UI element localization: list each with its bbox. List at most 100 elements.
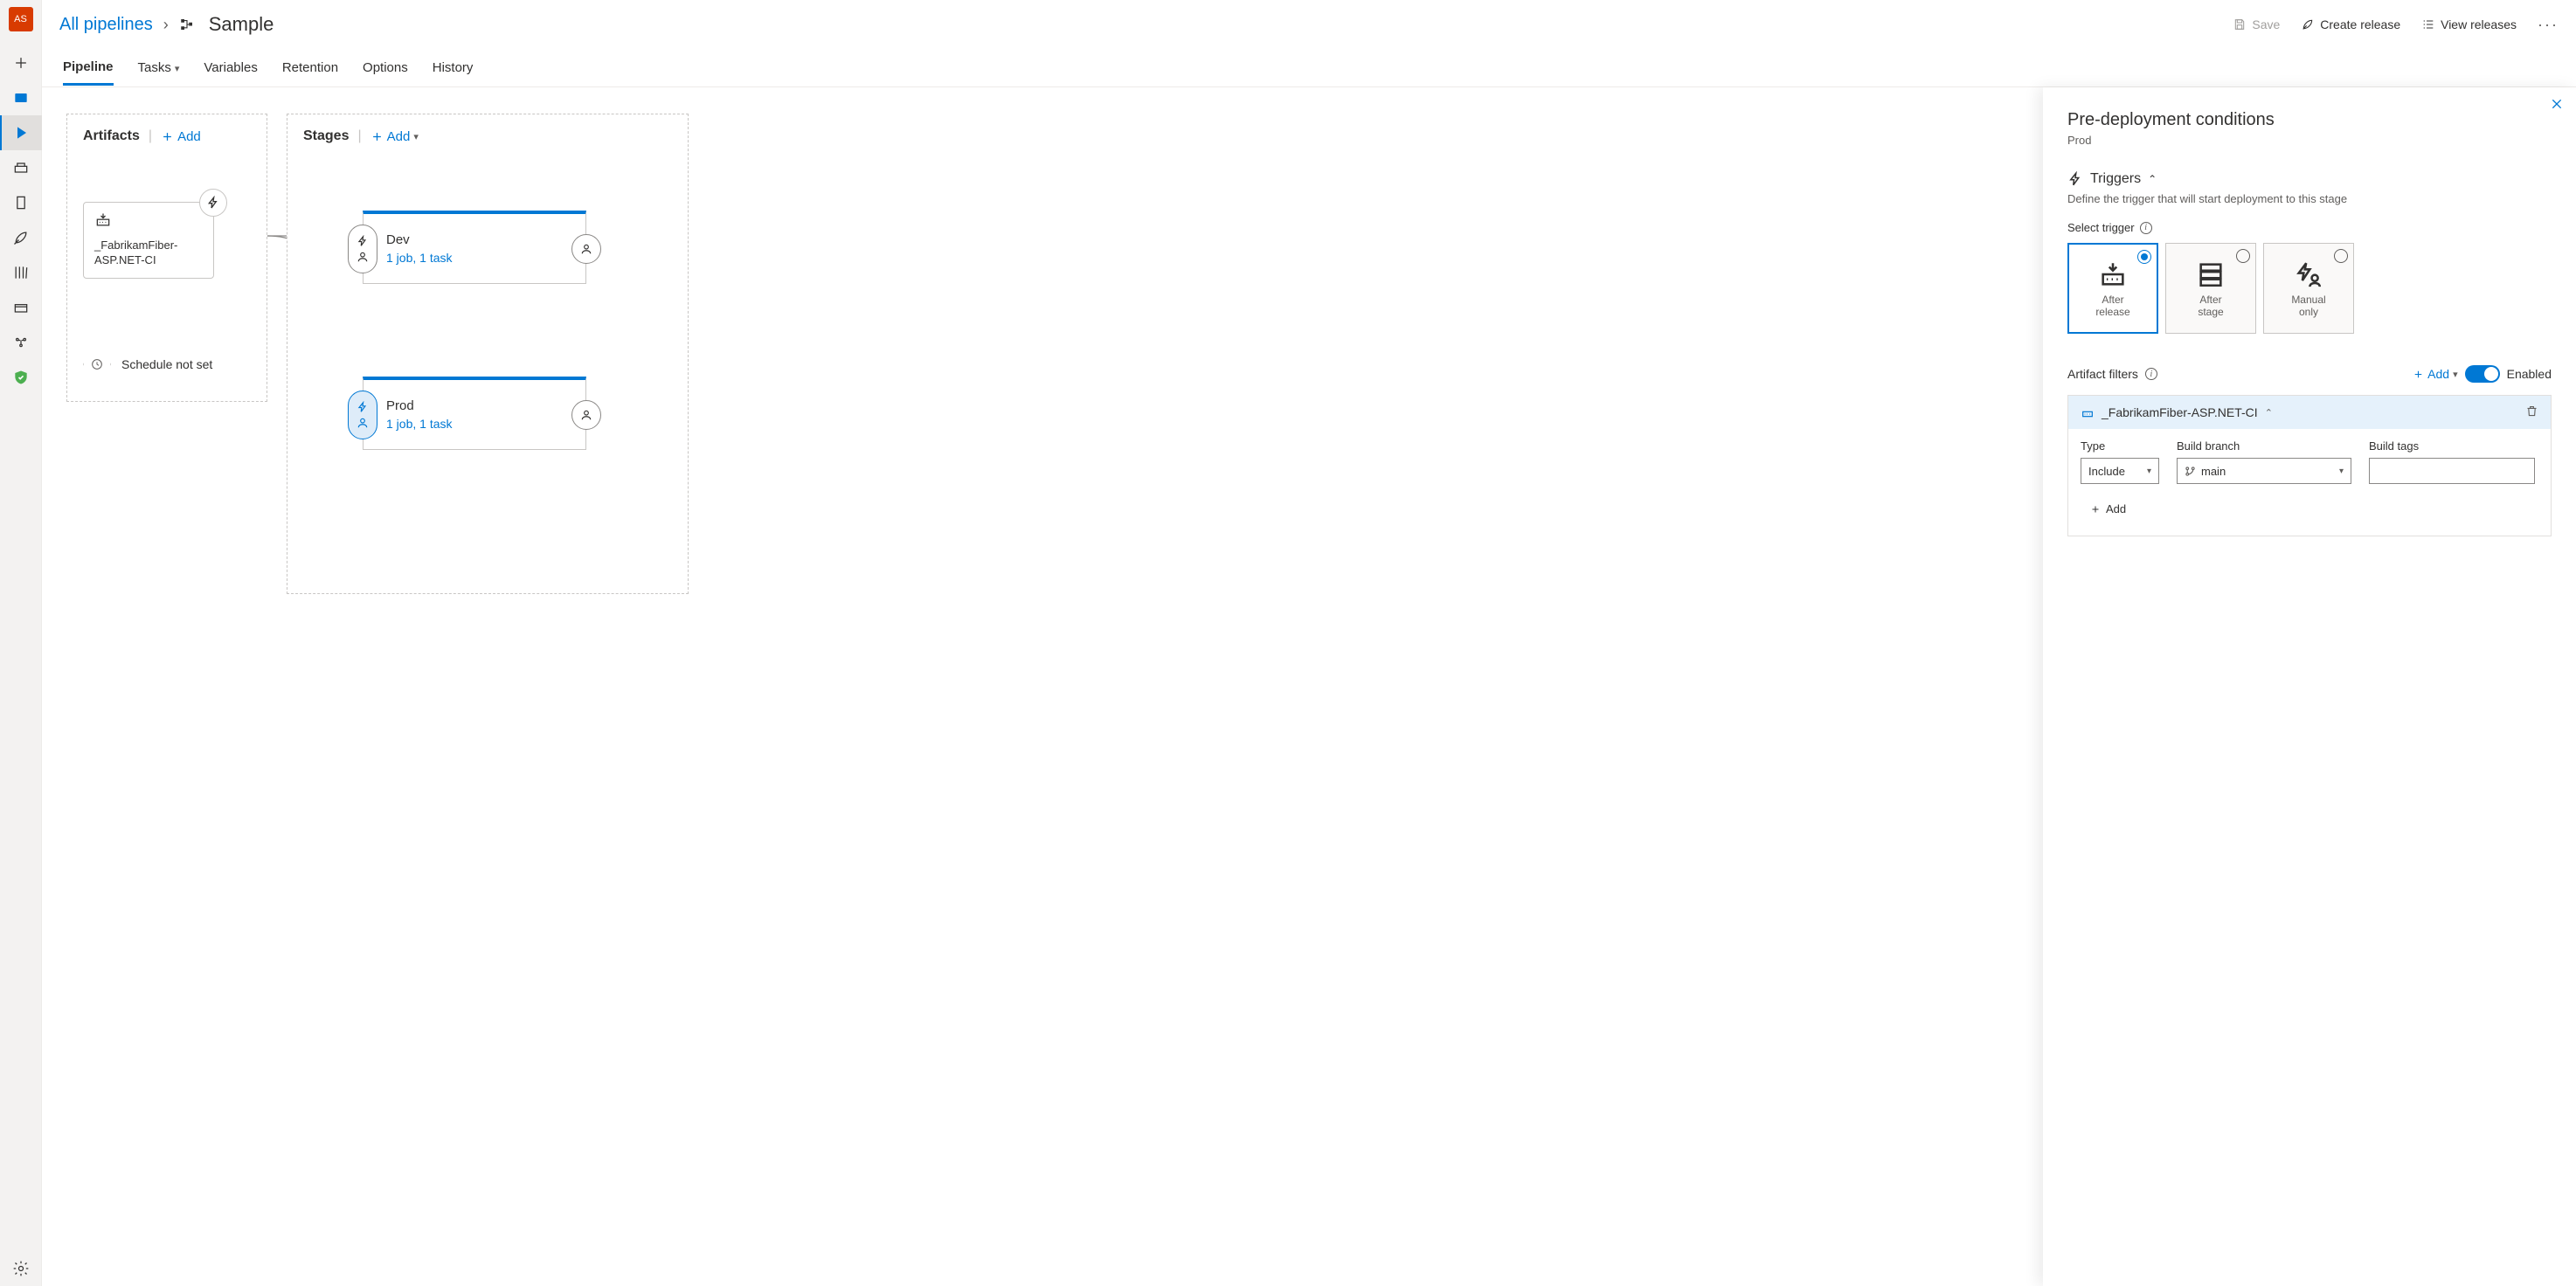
stages-header: Stages [303, 128, 349, 144]
artifact-name: _FabrikamFiber-ASP.NET-CI [94, 239, 203, 268]
nav-add[interactable] [0, 45, 42, 80]
panel-stage-name: Prod [2067, 134, 2552, 147]
artifact-trigger-button[interactable] [199, 189, 227, 217]
nav-rail: AS [0, 0, 42, 1286]
create-release-button[interactable]: Create release [2301, 17, 2400, 31]
toggle-label: Enabled [2507, 367, 2552, 381]
nav-releases-icon[interactable] [0, 185, 42, 220]
trigger-after-release[interactable]: Afterrelease [2067, 243, 2158, 334]
stage-tasks-link[interactable]: 1 job, 1 task [386, 251, 453, 265]
artifact-filters-toggle[interactable] [2465, 365, 2500, 383]
schedule-row[interactable]: Schedule not set [83, 350, 212, 378]
tab-variables[interactable]: Variables [204, 52, 257, 84]
tab-tasks[interactable]: Tasks▾ [138, 52, 180, 84]
artifact-card[interactable]: _FabrikamFiber-ASP.NET-CI [83, 202, 214, 279]
nav-rocket-icon[interactable] [0, 220, 42, 255]
chevron-up-icon: ⌃ [2148, 173, 2157, 185]
add-filter-row-button[interactable]: Add [2081, 496, 2136, 522]
build-icon [94, 211, 203, 233]
stage-dev-post-button[interactable] [571, 234, 601, 264]
topbar: All pipelines › Sample Save Create relea… [42, 0, 2576, 49]
close-button[interactable] [2550, 96, 2564, 116]
nav-security-icon[interactable] [0, 360, 42, 395]
stage-name: Prod [386, 398, 453, 413]
triggers-description: Define the trigger that will start deplo… [2067, 192, 2552, 205]
nav-settings-icon[interactable] [0, 1251, 42, 1286]
page-title: Sample [209, 13, 274, 36]
col-tags-label: Build tags [2369, 439, 2535, 453]
tab-history[interactable]: History [433, 52, 474, 84]
chevron-down-icon: ▾ [175, 64, 180, 74]
radio-icon [2334, 249, 2348, 263]
info-icon[interactable]: i [2140, 222, 2152, 234]
nav-taskgroups-icon[interactable] [0, 290, 42, 325]
artifact-filters-label: Artifact filters [2067, 367, 2138, 381]
clock-icon [83, 350, 111, 378]
panel-title: Pre-deployment conditions [2067, 110, 2552, 130]
col-type-label: Type [2081, 439, 2159, 453]
view-releases-button[interactable]: View releases [2421, 17, 2517, 31]
tab-options[interactable]: Options [363, 52, 408, 84]
chevron-down-icon: ▾ [413, 131, 419, 142]
branch-select[interactable]: main ▾ [2177, 458, 2351, 484]
download-build-icon [2097, 259, 2129, 290]
lightning-person-icon [2293, 259, 2324, 290]
nav-boards-icon[interactable] [0, 80, 42, 115]
person-icon [580, 409, 592, 421]
chevron-down-icon: ▾ [2453, 369, 2458, 380]
tags-input[interactable] [2369, 458, 2535, 484]
type-select[interactable]: Include ▾ [2081, 458, 2159, 484]
avatar[interactable]: AS [9, 7, 33, 31]
add-filter-button[interactable]: Add ▾ [2413, 367, 2457, 381]
chevron-up-icon: ⌃ [2265, 407, 2273, 418]
person-icon [580, 243, 592, 255]
person-icon [357, 417, 369, 429]
pipeline-type-icon [179, 17, 195, 32]
build-icon [2081, 405, 2095, 419]
nav-environments-icon[interactable] [0, 150, 42, 185]
delete-filter-button[interactable] [2525, 404, 2538, 420]
nav-library-icon[interactable] [0, 255, 42, 290]
save-icon [2233, 17, 2247, 31]
list-icon [2421, 17, 2435, 31]
breadcrumb-separator: › [163, 16, 169, 34]
lightning-icon [357, 235, 369, 247]
lightning-icon [357, 401, 369, 413]
triggers-section-header[interactable]: Triggers ⌃ [2067, 171, 2552, 187]
col-branch-label: Build branch [2177, 439, 2351, 453]
info-icon[interactable]: i [2145, 368, 2157, 380]
tab-retention[interactable]: Retention [282, 52, 338, 84]
filter-source-header[interactable]: _FabrikamFiber-ASP.NET-CI ⌃ [2068, 396, 2551, 429]
chevron-down-icon: ▾ [2339, 467, 2344, 476]
lightning-icon [206, 196, 220, 210]
radio-icon [2137, 250, 2151, 264]
stage-card-dev[interactable]: Dev 1 job, 1 task [363, 211, 586, 284]
trash-icon [2525, 404, 2538, 418]
trigger-after-stage[interactable]: Afterstage [2165, 243, 2256, 334]
tabs: Pipeline Tasks▾ Variables Retention Opti… [42, 49, 2576, 87]
radio-icon [2236, 249, 2250, 263]
breadcrumb-all-pipelines[interactable]: All pipelines [59, 15, 153, 35]
filter-group: _FabrikamFiber-ASP.NET-CI ⌃ Type Include… [2067, 395, 2552, 536]
branch-icon [2185, 466, 2196, 477]
close-icon [2550, 97, 2564, 111]
stage-card-prod[interactable]: Prod 1 job, 1 task [363, 377, 586, 450]
more-button[interactable]: ··· [2538, 16, 2559, 34]
tab-pipeline[interactable]: Pipeline [63, 51, 114, 86]
stage-prod-pre-button[interactable] [348, 391, 377, 439]
stage-prod-post-button[interactable] [571, 400, 601, 430]
add-artifact-button[interactable]: Add [161, 129, 201, 144]
add-stage-button[interactable]: Add ▾ [370, 129, 419, 144]
artifacts-panel: Artifacts | Add _FabrikamFiber-ASP.NET-C… [66, 114, 267, 402]
server-icon [2195, 259, 2226, 290]
rocket-icon [2301, 17, 2315, 31]
nav-deployment-groups-icon[interactable] [0, 325, 42, 360]
save-button: Save [2233, 17, 2280, 31]
lightning-icon [2067, 171, 2083, 187]
chevron-down-icon: ▾ [2147, 467, 2151, 476]
stage-dev-pre-button[interactable] [348, 225, 377, 273]
stage-tasks-link[interactable]: 1 job, 1 task [386, 417, 453, 431]
nav-pipelines-icon[interactable] [0, 115, 42, 150]
artifacts-header: Artifacts [83, 128, 140, 144]
trigger-manual-only[interactable]: Manualonly [2263, 243, 2354, 334]
